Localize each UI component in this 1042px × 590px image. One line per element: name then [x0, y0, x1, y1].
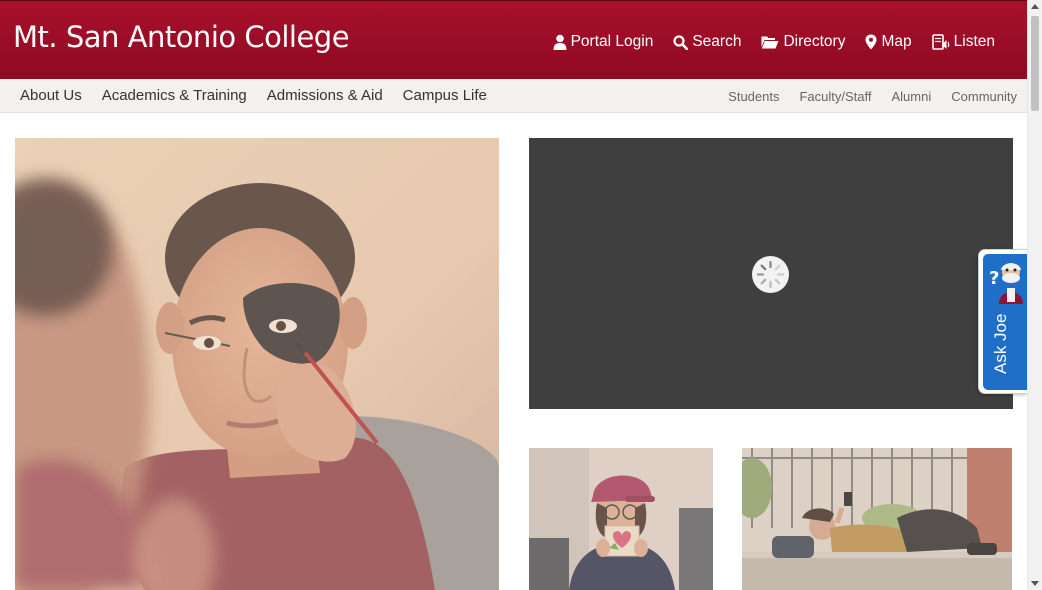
student-lying-on-bench-photo	[742, 448, 1012, 590]
hero-image[interactable]	[15, 138, 499, 590]
ask-joe-button[interactable]: ? Ask Joe	[983, 254, 1028, 390]
nav-campus-life[interactable]: Campus Life	[403, 87, 487, 104]
student-holding-heart-photo	[529, 448, 713, 590]
main-navigation: About Us Academics & Training Admissions…	[0, 79, 1027, 113]
listen-label: Listen	[953, 33, 995, 50]
nav-students[interactable]: Students	[728, 89, 779, 104]
nav-admissions-aid[interactable]: Admissions & Aid	[267, 87, 383, 104]
nav-academics-training[interactable]: Academics & Training	[102, 87, 247, 104]
search-icon	[673, 34, 689, 50]
video-player[interactable]	[529, 138, 1013, 409]
search-link[interactable]: Search	[673, 33, 741, 51]
user-icon	[553, 34, 567, 50]
college-logo[interactable]: Mt. San Antonio College	[13, 20, 350, 54]
map-link[interactable]: Map	[865, 33, 912, 51]
audience-nav: Students Faculty/Staff Alumni Community	[728, 89, 1017, 104]
search-label: Search	[692, 33, 742, 50]
utility-nav: Portal Login Search Directory Map Listen	[553, 33, 995, 51]
nav-faculty-staff[interactable]: Faculty/Staff	[799, 89, 871, 104]
directory-link[interactable]: Directory	[761, 33, 845, 51]
listen-icon	[931, 34, 949, 50]
page: Mt. San Antonio College Portal Login Sea…	[0, 0, 1042, 590]
nav-about-us[interactable]: About Us	[20, 87, 82, 104]
scroll-down-arrow-icon[interactable]	[1031, 581, 1039, 586]
map-marker-icon	[865, 34, 877, 50]
directory-label: Directory	[783, 33, 846, 50]
student-face-painting-photo	[15, 138, 499, 590]
portal-login-label: Portal Login	[570, 33, 654, 50]
nav-alumni[interactable]: Alumni	[892, 89, 932, 104]
primary-nav: About Us Academics & Training Admissions…	[20, 87, 487, 104]
ask-joe-widget[interactable]: ? Ask Joe	[978, 249, 1028, 394]
mascot-icon: ?	[989, 263, 1023, 304]
scrollbar-thumb[interactable]	[1031, 16, 1039, 111]
student-holding-heart-image[interactable]	[529, 448, 713, 590]
map-label: Map	[881, 33, 912, 50]
portal-login-link[interactable]: Portal Login	[553, 33, 654, 51]
svg-text:?: ?	[989, 268, 999, 289]
ask-joe-label: Ask Joe	[991, 313, 1010, 374]
listen-link[interactable]: Listen	[931, 33, 995, 51]
page-scrollbar[interactable]	[1027, 0, 1042, 590]
scroll-up-arrow-icon[interactable]	[1031, 4, 1039, 9]
loading-spinner-icon	[752, 256, 789, 293]
nav-community[interactable]: Community	[951, 89, 1017, 104]
site-header: Mt. San Antonio College Portal Login Sea…	[0, 0, 1027, 79]
student-lying-on-bench-image[interactable]	[742, 448, 1012, 590]
folder-open-icon	[761, 36, 779, 49]
